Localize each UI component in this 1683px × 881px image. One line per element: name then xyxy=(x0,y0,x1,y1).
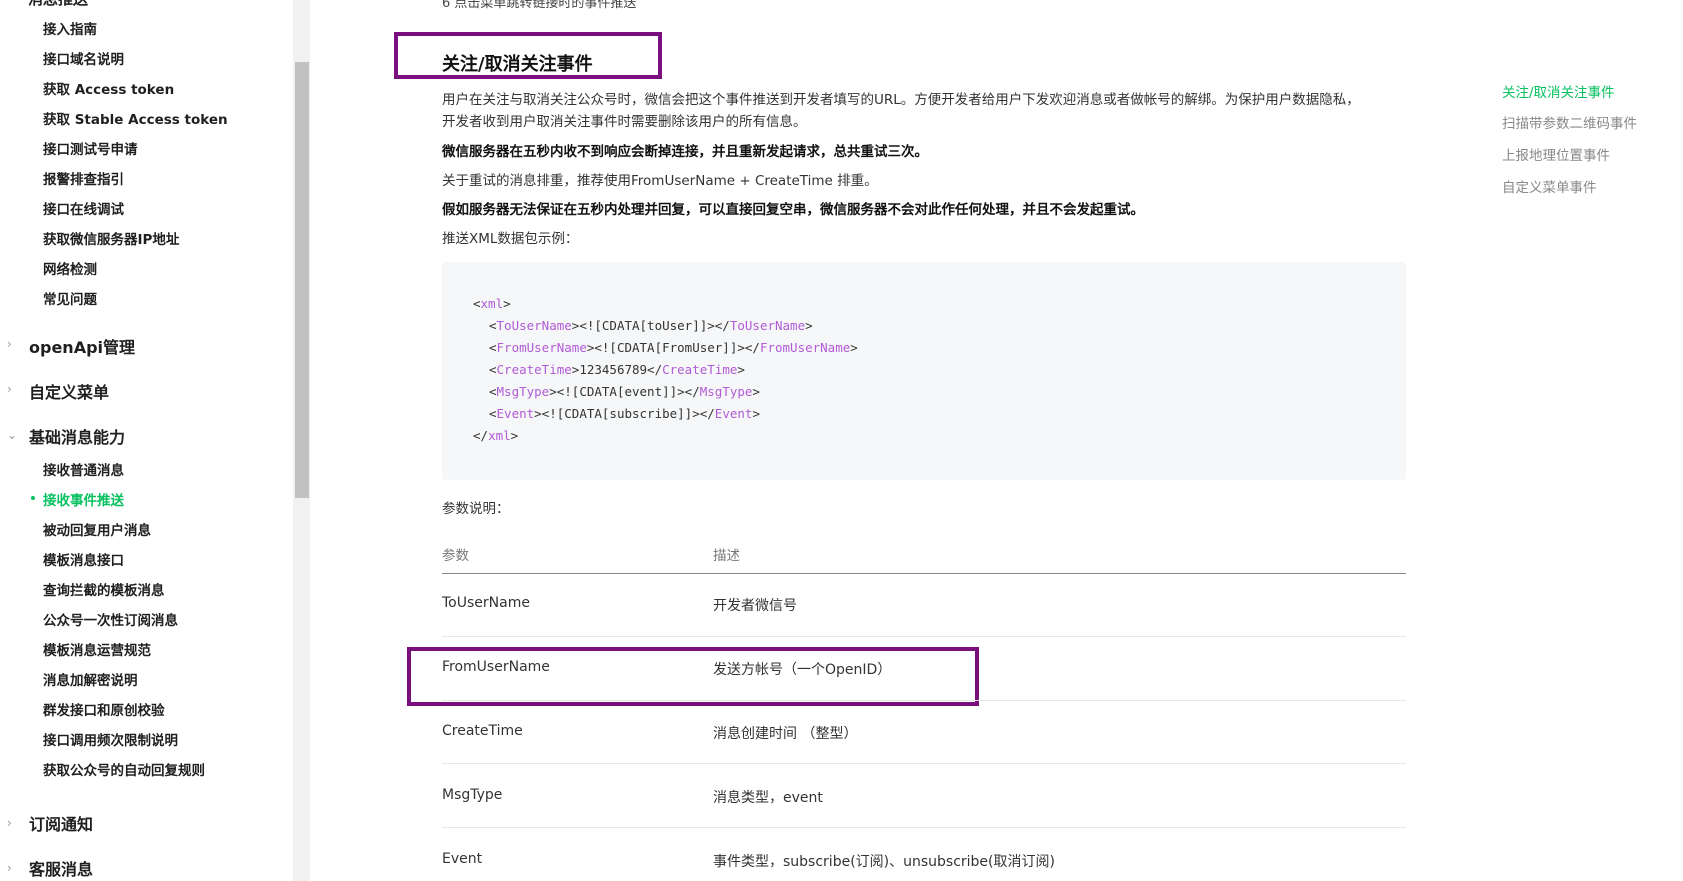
sidebar-item-passive-reply[interactable]: 被动回复用户消息 xyxy=(43,519,151,539)
sidebar-group-custom-menu[interactable]: 自定义菜单 xyxy=(29,379,109,403)
table-cell-desc: 发送方帐号（一个OpenID） xyxy=(713,662,892,678)
partial-list-item: 6 点击菜单跳转链接时的事件推送 xyxy=(442,0,637,11)
section-heading: 关注/取消关注事件 xyxy=(442,54,593,75)
paragraph-bold: 假如服务器无法保证在五秒内处理并回复，可以直接回复空串，微信服务器不会对此作任何… xyxy=(442,202,1144,218)
sidebar-item-server-ip[interactable]: 获取微信服务器IP地址 xyxy=(43,228,179,248)
sidebar-group-openapi[interactable]: openApi管理 xyxy=(29,334,135,358)
sidebar-item-template-rules[interactable]: 模板消息运营规范 xyxy=(43,639,151,659)
sidebar: 消息推送 接入指南 接口域名说明 获取 Access token 获取 Stab… xyxy=(0,0,290,881)
chevron-right-icon[interactable]: › xyxy=(7,816,12,830)
table-header-divider xyxy=(442,573,1406,574)
sidebar-item-stable-token[interactable]: 获取 Stable Access token xyxy=(43,108,228,128)
sidebar-item-auto-reply[interactable]: 获取公众号的自动回复规则 xyxy=(43,759,205,779)
param-title: 参数说明： xyxy=(442,501,510,517)
paragraph: 用户在关注与取消关注公众号时，微信会把这个事件推送到开发者填写的URL。方便开发… xyxy=(442,92,1360,108)
table-cell-desc: 事件类型，subscribe(订阅)、unsubscribe(取消订阅) xyxy=(713,854,1055,870)
toc-item-subscribe-event[interactable]: 关注/取消关注事件 xyxy=(1502,81,1615,101)
scroll-up-arrow-icon[interactable]: ^ xyxy=(294,0,303,7)
sidebar-item-rate-limit[interactable]: 接口调用频次限制说明 xyxy=(43,729,178,749)
sidebar-item-network[interactable]: 网络检测 xyxy=(43,258,97,278)
sidebar-item-faq[interactable]: 常见问题 xyxy=(43,288,97,308)
sidebar-item-encryption[interactable]: 消息加解密说明 xyxy=(43,669,138,689)
table-cell-param: CreateTime xyxy=(442,723,523,739)
code-line: <FromUserName><![CDATA[FromUser]]></From… xyxy=(489,340,858,355)
table-cell-desc: 开发者微信号 xyxy=(713,598,797,614)
code-line: <MsgType><![CDATA[event]]></MsgType> xyxy=(489,384,760,399)
sidebar-item-one-time-sub[interactable]: 公众号一次性订阅消息 xyxy=(43,609,178,629)
sidebar-scrollbar-thumb[interactable] xyxy=(295,62,309,498)
chevron-right-icon[interactable]: › xyxy=(7,382,12,396)
table-cell-desc: 消息创建时间 （整型） xyxy=(713,726,858,742)
paragraph: 开发者收到用户取消关注事件时需要删除该用户的所有信息。 xyxy=(442,114,807,130)
sidebar-item-online-debug[interactable]: 接口在线调试 xyxy=(43,198,124,218)
table-row-divider xyxy=(442,636,1406,637)
paragraph-bold: 微信服务器在五秒内收不到响应会断掉连接，并且重新发起请求，总共重试三次。 xyxy=(442,144,928,160)
code-line: </xml> xyxy=(473,428,519,443)
sidebar-group-basic-message[interactable]: 基础消息能力 xyxy=(29,424,125,448)
table-row-divider xyxy=(442,827,1406,828)
table-row-divider xyxy=(442,763,1406,764)
code-line: <ToUserName><![CDATA[toUser]]></ToUserNa… xyxy=(489,318,813,333)
paragraph: 推送XML数据包示例： xyxy=(442,231,579,247)
toc-item-qrcode-event[interactable]: 扫描带参数二维码事件 xyxy=(1502,112,1637,132)
table-cell-param: FromUserName xyxy=(442,659,550,675)
table-cell-param: ToUserName xyxy=(442,595,530,611)
table-row-divider xyxy=(442,700,1406,701)
sidebar-item-access-guide[interactable]: 接入指南 xyxy=(43,18,97,38)
code-line: <Event><![CDATA[subscribe]]></Event> xyxy=(489,406,760,421)
paragraph: 关于重试的消息排重，推荐使用FromUserName + CreateTime … xyxy=(442,173,878,189)
sidebar-item-receive-normal[interactable]: 接收普通消息 xyxy=(43,459,124,479)
sidebar-item-mass-send[interactable]: 群发接口和原创校验 xyxy=(43,699,165,719)
active-indicator-dot xyxy=(31,496,35,500)
sidebar-partial-group[interactable]: 消息推送 xyxy=(28,0,88,9)
chevron-down-icon[interactable]: ⌄ xyxy=(7,428,17,442)
code-line: <xml> xyxy=(473,296,511,311)
toc-item-menu-event[interactable]: 自定义菜单事件 xyxy=(1502,176,1597,196)
code-block[interactable]: <xml> <ToUserName><![CDATA[toUser]]></To… xyxy=(442,262,1406,480)
chevron-right-icon[interactable]: › xyxy=(7,337,12,351)
sidebar-item-template[interactable]: 模板消息接口 xyxy=(43,549,124,569)
chevron-right-icon[interactable]: › xyxy=(7,861,12,875)
table-header-param: 参数 xyxy=(442,548,469,564)
table-header-desc: 描述 xyxy=(713,548,740,564)
table-cell-desc: 消息类型，event xyxy=(713,790,823,806)
code-line: <CreateTime>123456789</CreateTime> xyxy=(489,362,745,377)
table-cell-param: Event xyxy=(442,851,483,867)
sidebar-item-test-account[interactable]: 接口测试号申请 xyxy=(43,138,138,158)
sidebar-item-domain[interactable]: 接口域名说明 xyxy=(43,48,124,68)
toc-item-location-event[interactable]: 上报地理位置事件 xyxy=(1502,144,1610,164)
sidebar-item-receive-event[interactable]: 接收事件推送 xyxy=(43,489,124,509)
sidebar-item-access-token[interactable]: 获取 Access token xyxy=(43,78,174,98)
sidebar-item-blocked-template[interactable]: 查询拦截的模板消息 xyxy=(43,579,165,599)
table-cell-param: MsgType xyxy=(442,787,503,803)
sidebar-group-subscribe-notice[interactable]: 订阅通知 xyxy=(29,811,93,835)
sidebar-group-customer-service[interactable]: 客服消息 xyxy=(29,856,93,880)
highlight-box xyxy=(407,647,979,706)
sidebar-item-alarm[interactable]: 报警排查指引 xyxy=(43,168,124,188)
